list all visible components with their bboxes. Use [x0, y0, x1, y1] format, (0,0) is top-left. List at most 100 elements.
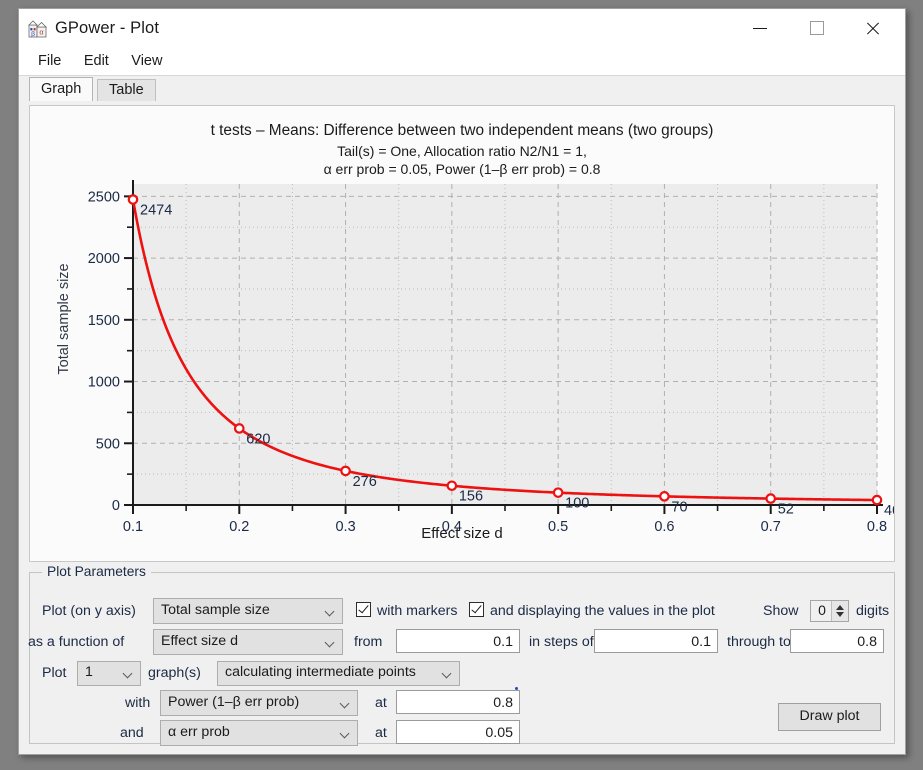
- minimize-icon: [753, 27, 767, 29]
- function-combo[interactable]: Effect size d: [153, 629, 343, 655]
- plot-y-axis-value: Total sample size: [161, 602, 270, 618]
- x-tick-label: 0.4: [442, 519, 462, 535]
- chevron-down-icon: [124, 670, 133, 679]
- plot-y-axis-label: Plot (on y axis): [42, 603, 136, 619]
- with-value: Power (1–β err prob): [168, 694, 300, 710]
- close-icon: [865, 21, 880, 36]
- digits-stepper[interactable]: 0: [810, 600, 849, 622]
- x-tick-label: 0.6: [654, 519, 674, 535]
- screen: α β GPower - Plot File Edit View Graph T…: [0, 0, 923, 770]
- tab-strip: Graph Table: [19, 76, 905, 101]
- close-button[interactable]: [849, 9, 895, 47]
- data-point-marker: [659, 491, 670, 502]
- with-combo[interactable]: Power (1–β err prob): [160, 690, 358, 716]
- steps-label: in steps of: [529, 634, 594, 650]
- chart-canvas: 0 500 1000 1500 2000 2500 0.1 0.2 0.3 0.4 0.5 0.6 0.…: [88, 180, 894, 535]
- interpolation-value: calculating intermediate points: [225, 664, 416, 680]
- show-label: Show: [763, 603, 799, 619]
- data-point-marker: [340, 465, 351, 477]
- data-point-label: 52: [778, 502, 794, 518]
- chevron-down-icon: [443, 670, 452, 679]
- minimize-button[interactable]: [737, 9, 783, 47]
- menu-file[interactable]: File: [29, 50, 70, 73]
- draw-plot-button[interactable]: Draw plot: [778, 703, 881, 731]
- and-at-label: at: [375, 725, 387, 741]
- data-point-marker: [127, 194, 139, 205]
- svg-text:β: β: [31, 29, 35, 38]
- y-tick-label: 2000: [88, 251, 120, 267]
- x-tick-label: 0.3: [335, 519, 355, 535]
- steps-input[interactable]: 0.1: [594, 629, 718, 653]
- data-point-marker: [871, 494, 883, 506]
- digits-stepper-buttons[interactable]: [831, 601, 848, 621]
- gpower-plot-window: α β GPower - Plot File Edit View Graph T…: [18, 8, 906, 755]
- x-tick-label: 0.1: [123, 519, 143, 535]
- plot-count-combo[interactable]: 1: [77, 661, 141, 686]
- x-tick-label: 0.2: [229, 519, 249, 535]
- y-tick-label: 1500: [88, 313, 120, 329]
- data-point-label: 156: [459, 489, 483, 505]
- with-markers-label: with markers: [377, 603, 458, 619]
- with-at-input[interactable]: 0.8: [396, 690, 520, 714]
- plot-parameters-group: Plot Parameters Plot (on y axis) Total s…: [28, 564, 895, 746]
- y-tick-label: 2500: [88, 189, 120, 205]
- interpolation-combo[interactable]: calculating intermediate points: [217, 661, 460, 686]
- through-to-label: through to: [727, 634, 791, 650]
- data-point-marker: [552, 487, 564, 498]
- plot-panel: t tests – Means: Difference between two …: [29, 105, 895, 562]
- plot-parameters-legend: Plot Parameters: [42, 564, 151, 579]
- plot-count-label: Plot: [42, 665, 67, 681]
- menu-bar: File Edit View: [19, 50, 905, 76]
- stepper-down-icon: [836, 612, 844, 617]
- digits-value: 0: [818, 602, 826, 618]
- display-values-checkbox[interactable]: [469, 602, 484, 617]
- plot-count-value: 1: [85, 664, 93, 680]
- as-a-function-of-label: as a function of: [28, 634, 125, 650]
- data-point-label: 70: [671, 499, 687, 515]
- tab-table[interactable]: Table: [97, 79, 156, 101]
- maximize-icon: [810, 21, 824, 35]
- menu-edit[interactable]: Edit: [75, 50, 118, 73]
- plot-y-axis-combo[interactable]: Total sample size: [153, 598, 343, 624]
- data-point-label: 100: [565, 496, 589, 512]
- y-tick-label: 0: [112, 498, 120, 514]
- and-at-input[interactable]: 0.05: [396, 720, 520, 744]
- y-tick-label: 500: [96, 436, 120, 452]
- chevron-down-icon: [326, 639, 335, 648]
- y-tick-label: 1000: [88, 375, 120, 391]
- data-point-marker: [446, 480, 458, 492]
- x-tick-label: 0.7: [761, 519, 781, 535]
- gpower-icon: α β: [28, 20, 47, 38]
- chevron-down-icon: [341, 700, 350, 709]
- title-bar: α β GPower - Plot: [19, 9, 905, 50]
- data-point-label: 620: [246, 431, 270, 447]
- function-value: Effect size d: [161, 633, 239, 649]
- from-label: from: [354, 634, 383, 650]
- data-point-label: 2474: [140, 203, 172, 219]
- menu-view[interactable]: View: [122, 50, 171, 73]
- data-point-marker: [765, 493, 777, 504]
- data-point-label: 40: [884, 503, 894, 519]
- and-label: and: [120, 725, 144, 741]
- with-label: with: [125, 695, 151, 711]
- data-point-marker: [233, 423, 245, 434]
- modified-indicator: [515, 687, 518, 690]
- stepper-up-icon: [836, 605, 844, 610]
- digits-label: digits: [856, 603, 890, 619]
- with-markers-checkbox[interactable]: [356, 602, 371, 617]
- window-title: GPower - Plot: [55, 19, 159, 37]
- x-tick-label: 0.8: [867, 519, 887, 535]
- from-input[interactable]: 0.1: [396, 629, 520, 653]
- through-to-input[interactable]: 0.8: [790, 629, 884, 653]
- data-point-label: 276: [353, 474, 377, 490]
- chevron-down-icon: [326, 608, 335, 617]
- maximize-button[interactable]: [794, 9, 840, 47]
- x-tick-label: 0.5: [548, 519, 568, 535]
- with-at-label: at: [375, 695, 387, 711]
- tab-graph[interactable]: Graph: [29, 77, 94, 101]
- display-values-label: and displaying the values in the plot: [490, 603, 715, 619]
- chevron-down-icon: [341, 730, 350, 739]
- and-combo[interactable]: α err prob: [160, 720, 358, 746]
- graphs-label: graph(s): [148, 665, 201, 681]
- and-value: α err prob: [168, 724, 230, 740]
